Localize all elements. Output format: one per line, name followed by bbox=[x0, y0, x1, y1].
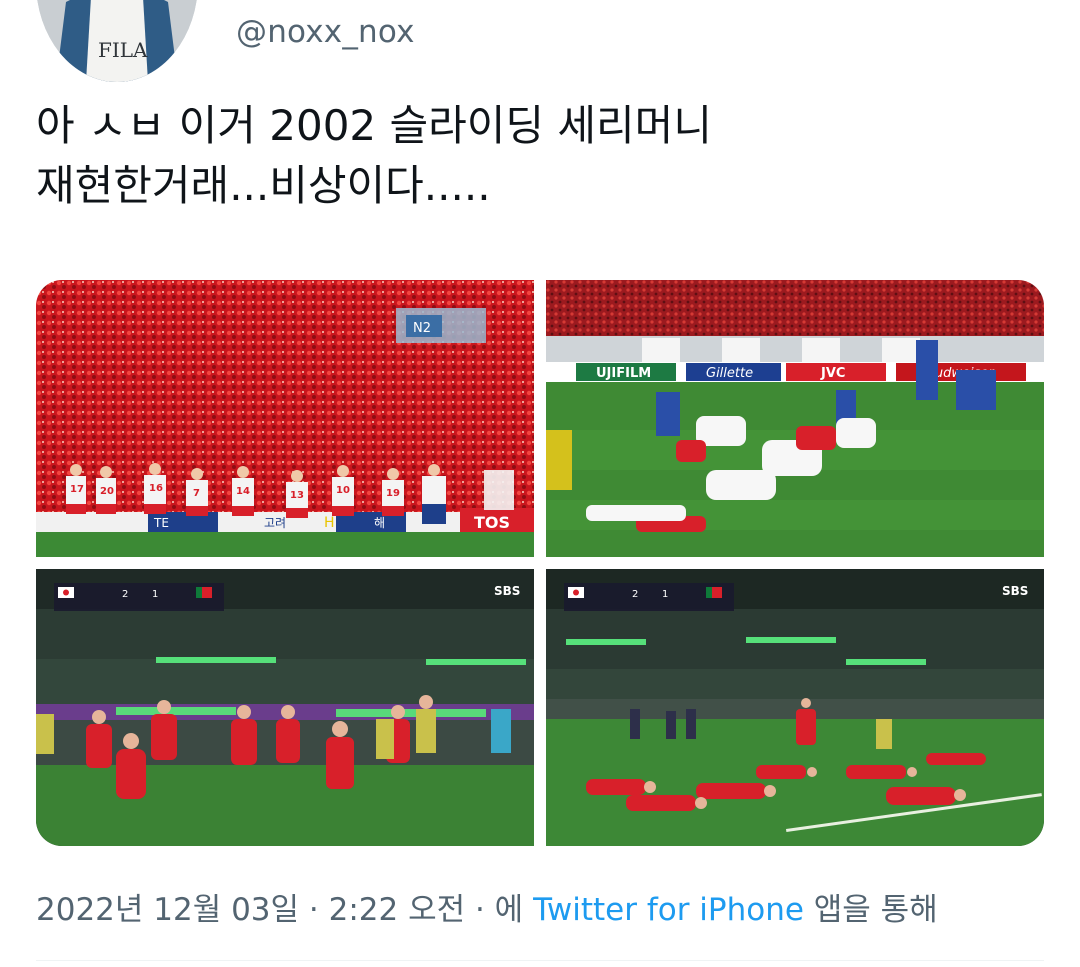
shirt-number-7: 10 bbox=[336, 485, 350, 496]
shirt-number-4: 7 bbox=[193, 488, 200, 499]
tweet-photo-4[interactable]: 2 1 SBS bbox=[546, 569, 1044, 846]
board-text-1: TE bbox=[153, 516, 169, 530]
board-fujifilm: UJIFILM bbox=[596, 366, 651, 381]
gate-sign: N2 bbox=[413, 321, 431, 336]
board-text-3: H bbox=[324, 515, 335, 531]
shirt-number-3: 16 bbox=[149, 483, 163, 494]
tweet-photo-1[interactable]: N2 TE 고려 H 해 TOS 17 20 16 7 14 13 10 19 bbox=[36, 280, 534, 557]
board-gillette: Gillette bbox=[706, 366, 753, 381]
tweet-timestamp[interactable]: 2022년 12월 03일 · 2:22 오전 · 에 bbox=[36, 892, 533, 928]
broadcaster-logo: SBS bbox=[1002, 584, 1028, 598]
board-text-4: 해 bbox=[374, 516, 385, 530]
user-handle[interactable]: @noxx_nox bbox=[236, 14, 415, 50]
photo-2002-sliding: UJIFILM Gillette JVC Budweiser bbox=[546, 280, 1044, 557]
divider bbox=[36, 960, 1044, 961]
tweet-source-link[interactable]: Twitter for iPhone bbox=[533, 892, 804, 928]
shirt-number-6: 13 bbox=[290, 490, 304, 501]
avatar-image: FILA bbox=[36, 0, 198, 82]
avatar[interactable]: FILA bbox=[36, 0, 198, 82]
avatar-shirt-text: FILA bbox=[98, 38, 148, 62]
broadcaster-logo: SBS bbox=[494, 584, 520, 598]
tweet-photo-3[interactable]: 2 1 SBS bbox=[36, 569, 534, 846]
photo-2002-crowd: N2 TE 고려 H 해 TOS 17 20 16 7 14 13 10 19 bbox=[36, 280, 534, 557]
board-jvc: JVC bbox=[820, 366, 845, 381]
tweet-photo-2[interactable]: UJIFILM Gillette JVC Budweiser bbox=[546, 280, 1044, 557]
score-home: 2 bbox=[122, 589, 128, 600]
score-away: 1 bbox=[662, 589, 668, 600]
tweet-meta: 2022년 12월 03일 · 2:22 오전 · 에 Twitter for … bbox=[36, 884, 938, 929]
tweet-text: 아 ㅅㅂ 이거 2002 슬라이딩 세리머니 재현한거래...비상이다..... bbox=[36, 101, 712, 210]
tweet-source-suffix: 앱을 통해 bbox=[803, 892, 938, 928]
photo-2022-running: 2 1 SBS bbox=[36, 569, 534, 846]
board-text-2: 고려 bbox=[264, 516, 286, 530]
shirt-number-5: 14 bbox=[236, 486, 250, 497]
score-away: 1 bbox=[152, 589, 158, 600]
score-home: 2 bbox=[632, 589, 638, 600]
board-text-5: TOS bbox=[474, 513, 510, 532]
photo-2022-sliding: 2 1 SBS bbox=[546, 569, 1044, 846]
shirt-number-8: 19 bbox=[386, 488, 400, 499]
shirt-number-2: 20 bbox=[100, 486, 114, 497]
shirt-number-1: 17 bbox=[70, 484, 84, 495]
